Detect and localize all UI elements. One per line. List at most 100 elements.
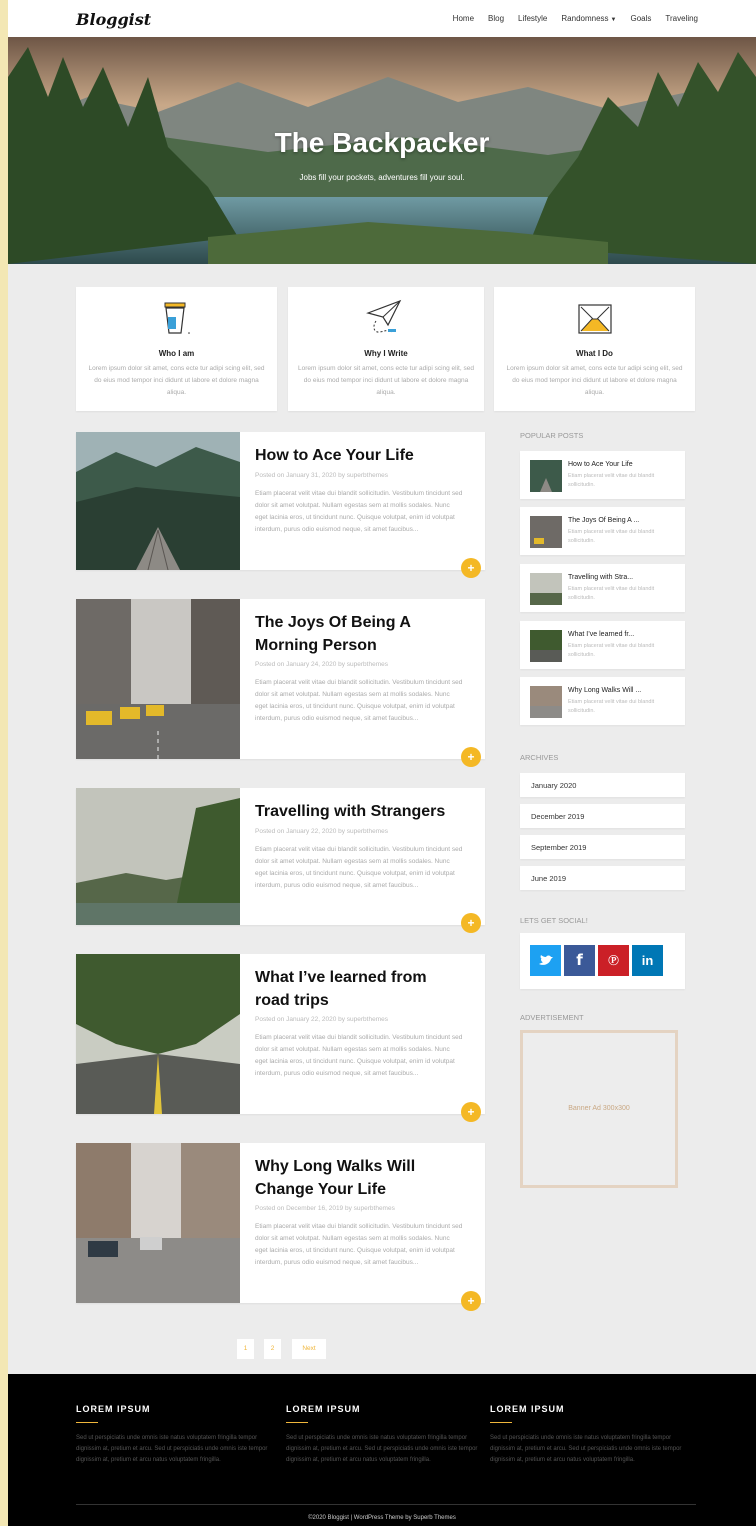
post-card: Travelling with Strangers Posted on Janu… bbox=[76, 788, 485, 933]
nav-home[interactable]: Home bbox=[453, 14, 474, 23]
read-more-plus-icon[interactable]: + bbox=[461, 913, 481, 933]
nav-blog[interactable]: Blog bbox=[488, 14, 504, 23]
feature-text: Lorem ipsum dolor sit amet, cons ecte tu… bbox=[506, 365, 683, 396]
paper-plane-icon bbox=[288, 299, 484, 337]
post-card: The Joys Of Being A Morning Person Poste… bbox=[76, 599, 485, 767]
footer-column-text: Sed ut perspiciatis unde omnis iste natu… bbox=[286, 1435, 478, 1463]
feature-title: Why I Write bbox=[364, 349, 408, 358]
twitter-icon[interactable] bbox=[530, 945, 561, 976]
advertisement-title: ADVERTISEMENT bbox=[520, 1013, 584, 1022]
archive-link[interactable]: January 2020 bbox=[520, 773, 685, 797]
nav-randomness[interactable]: Randomness ▼ bbox=[561, 14, 616, 23]
archive-link[interactable]: September 2019 bbox=[520, 835, 685, 859]
popular-post-excerpt: Etiam placerat velit vitae dui blandit s… bbox=[568, 473, 655, 488]
post-meta: Posted on January 22, 2020 by superbthem… bbox=[255, 1016, 388, 1023]
envelope-icon bbox=[494, 299, 695, 337]
footer-divider bbox=[76, 1504, 696, 1505]
footer-column-title: LOREM IPSUM bbox=[76, 1404, 151, 1414]
archives-title: ARCHIVES bbox=[520, 753, 559, 762]
nav-goals[interactable]: Goals bbox=[630, 14, 651, 23]
footer-column-text: Sed ut perspiciatis unde omnis iste natu… bbox=[490, 1435, 682, 1463]
footer-column-title: LOREM IPSUM bbox=[286, 1404, 361, 1414]
feature-what-i-do: What I Do Lorem ipsum dolor sit amet, co… bbox=[494, 287, 695, 411]
post-excerpt: Etiam placerat velit vitae dui blandit s… bbox=[255, 1034, 463, 1077]
coffee-cup-icon bbox=[76, 299, 277, 337]
footer-title-underline bbox=[286, 1422, 308, 1423]
post-meta: Posted on January 24, 2020 by superbthem… bbox=[255, 661, 388, 668]
popular-post-thumbnail bbox=[530, 573, 562, 605]
popular-post-item[interactable]: What I’ve learned fr... Etiam placerat v… bbox=[520, 621, 685, 669]
facebook-icon[interactable]: f bbox=[564, 945, 595, 976]
pinterest-icon[interactable]: ℗ bbox=[598, 945, 629, 976]
popular-post-title: How to Ace Your Life bbox=[568, 461, 633, 468]
post-thumbnail[interactable] bbox=[76, 954, 240, 1114]
hero-subtitle: Jobs fill your pockets, adventures fill … bbox=[299, 173, 465, 182]
banner-ad-label: Banner Ad 300x300 bbox=[568, 1105, 630, 1112]
nav-lifestyle[interactable]: Lifestyle bbox=[518, 14, 547, 23]
footer-copyright: ©2020 Bloggist | WordPress Theme by Supe… bbox=[308, 1515, 456, 1521]
post-meta: Posted on December 16, 2019 by superbthe… bbox=[255, 1205, 395, 1212]
post-excerpt: Etiam placerat velit vitae dui blandit s… bbox=[255, 679, 463, 722]
pagination-next[interactable]: Next bbox=[292, 1339, 326, 1359]
post-title[interactable]: How to Ace Your Life bbox=[255, 444, 465, 467]
popular-post-thumbnail bbox=[530, 516, 562, 548]
footer-title-underline bbox=[76, 1422, 98, 1423]
popular-post-title: Why Long Walks Will ... bbox=[568, 687, 642, 694]
pagination-page-2[interactable]: 2 bbox=[264, 1339, 281, 1359]
popular-post-excerpt: Etiam placerat velit vitae dui blandit s… bbox=[568, 699, 655, 714]
feature-title: What I Do bbox=[576, 349, 613, 358]
site-header: Bloggist Home Blog Lifestyle Randomness ▼… bbox=[8, 0, 756, 37]
archive-link[interactable]: December 2019 bbox=[520, 804, 685, 828]
read-more-plus-icon[interactable]: + bbox=[461, 747, 481, 767]
popular-post-item[interactable]: Why Long Walks Will ... Etiam placerat v… bbox=[520, 677, 685, 725]
popular-post-title: The Joys Of Being A ... bbox=[568, 517, 640, 524]
popular-post-excerpt: Etiam placerat velit vitae dui blandit s… bbox=[568, 586, 655, 601]
post-thumbnail[interactable] bbox=[76, 432, 240, 570]
post-excerpt: Etiam placerat velit vitae dui blandit s… bbox=[255, 490, 463, 533]
popular-post-title: Travelling with Stra... bbox=[568, 574, 634, 581]
pagination-page-1[interactable]: 1 bbox=[237, 1339, 254, 1359]
post-excerpt: Etiam placerat velit vitae dui blandit s… bbox=[255, 846, 463, 889]
post-title[interactable]: The Joys Of Being A Morning Person bbox=[255, 611, 465, 657]
post-thumbnail[interactable] bbox=[76, 788, 240, 925]
post-meta: Posted on January 31, 2020 by superbthem… bbox=[255, 472, 388, 479]
popular-post-thumbnail bbox=[530, 460, 562, 492]
chevron-down-icon: ▼ bbox=[610, 17, 617, 23]
post-card: What I’ve learned from road trips Posted… bbox=[76, 954, 485, 1122]
social-widget: f ℗ in bbox=[520, 933, 685, 989]
read-more-plus-icon[interactable]: + bbox=[461, 1102, 481, 1122]
nav-traveling[interactable]: Traveling bbox=[665, 14, 698, 23]
social-title: LETS GET SOCIAL! bbox=[520, 916, 588, 925]
post-thumbnail[interactable] bbox=[76, 1143, 240, 1303]
footer-column-text: Sed ut perspiciatis unde omnis iste natu… bbox=[76, 1435, 268, 1463]
popular-post-thumbnail bbox=[530, 630, 562, 662]
feature-who-i-am: Who I am Lorem ipsum dolor sit amet, con… bbox=[76, 287, 277, 411]
popular-post-item[interactable]: The Joys Of Being A ... Etiam placerat v… bbox=[520, 507, 685, 555]
site-footer: LOREM IPSUM Sed ut perspiciatis unde omn… bbox=[8, 1374, 756, 1526]
popular-post-item[interactable]: Travelling with Stra... Etiam placerat v… bbox=[520, 564, 685, 612]
hero-title: The Backpacker bbox=[274, 127, 490, 158]
popular-posts-title: POPULAR POSTS bbox=[520, 431, 584, 440]
feature-text: Lorem ipsum dolor sit amet, cons ecte tu… bbox=[88, 365, 265, 396]
post-card: Why Long Walks Will Change Your Life Pos… bbox=[76, 1143, 485, 1311]
banner-ad[interactable]: Banner Ad 300x300 bbox=[520, 1030, 678, 1188]
post-title[interactable]: Travelling with Strangers bbox=[255, 800, 465, 823]
popular-post-item[interactable]: How to Ace Your Life Etiam placerat veli… bbox=[520, 451, 685, 499]
post-excerpt: Etiam placerat velit vitae dui blandit s… bbox=[255, 1223, 463, 1266]
site-logo[interactable]: Bloggist bbox=[76, 10, 151, 29]
read-more-plus-icon[interactable]: + bbox=[461, 1291, 481, 1311]
read-more-plus-icon[interactable]: + bbox=[461, 558, 481, 578]
post-thumbnail[interactable] bbox=[76, 599, 240, 759]
footer-column: LOREM IPSUM Sed ut perspiciatis unde omn… bbox=[490, 1404, 685, 1466]
archive-link[interactable]: June 2019 bbox=[520, 866, 685, 890]
linkedin-icon[interactable]: in bbox=[632, 945, 663, 976]
feature-why-i-write: Why I Write Lorem ipsum dolor sit amet, … bbox=[288, 287, 484, 411]
footer-column: LOREM IPSUM Sed ut perspiciatis unde omn… bbox=[286, 1404, 481, 1466]
feature-title: Who I am bbox=[158, 349, 195, 358]
post-title[interactable]: Why Long Walks Will Change Your Life bbox=[255, 1155, 465, 1201]
main-nav: Home Blog Lifestyle Randomness ▼ Goals Tr… bbox=[453, 14, 698, 23]
post-title[interactable]: What I’ve learned from road trips bbox=[255, 966, 465, 1012]
footer-column-title: LOREM IPSUM bbox=[490, 1404, 565, 1414]
feature-text: Lorem ipsum dolor sit amet, cons ecte tu… bbox=[298, 365, 474, 396]
nav-randomness-label: Randomness bbox=[561, 14, 609, 23]
